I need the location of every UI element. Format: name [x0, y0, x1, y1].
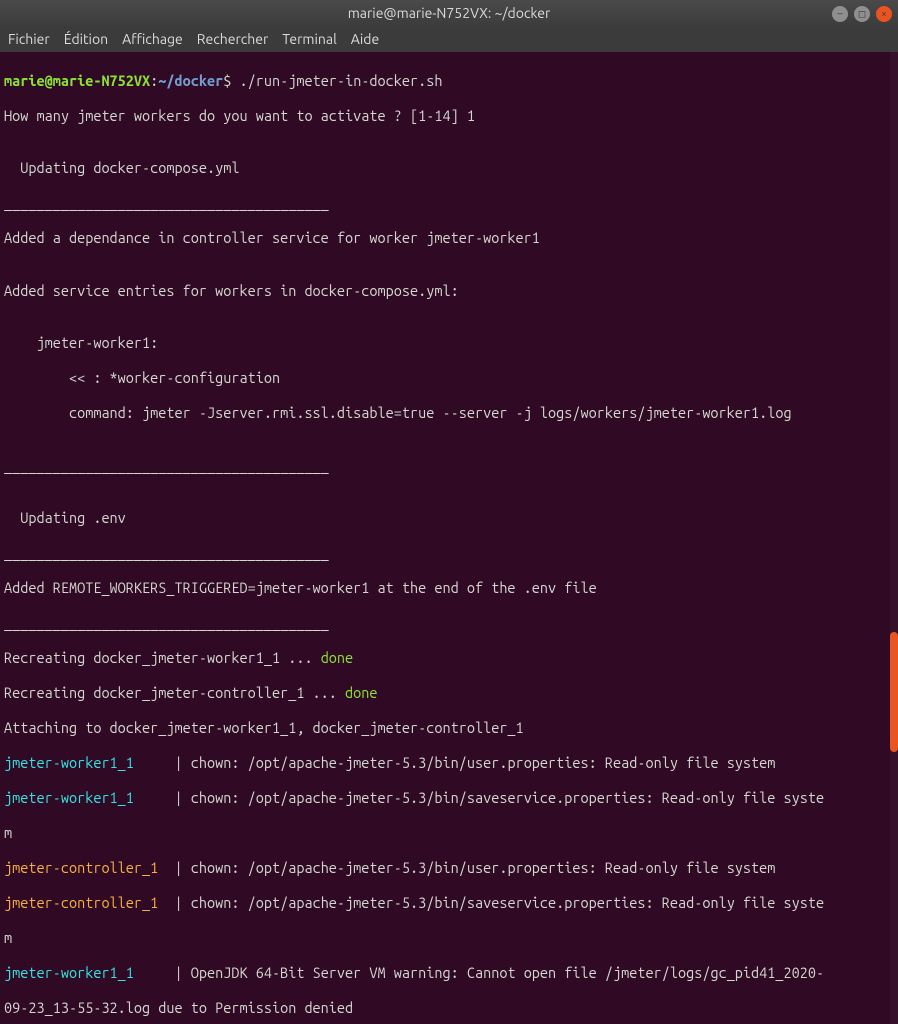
- log-label-worker: jmeter-worker1_1: [4, 754, 175, 771]
- output-line: Added service entries for workers in doc…: [4, 282, 894, 300]
- log-line: jmeter-worker1_1 | OpenJDK 64-Bit Server…: [4, 964, 894, 982]
- log-line: jmeter-worker1_1 | chown: /opt/apache-jm…: [4, 789, 894, 807]
- output-line: How many jmeter workers do you want to a…: [4, 107, 894, 125]
- menu-search[interactable]: Rechercher: [197, 31, 268, 49]
- menu-edit[interactable]: Édition: [64, 31, 108, 49]
- log-label-controller: jmeter-controller_1: [4, 859, 175, 876]
- window-title: marie@marie-N752VX: ~/docker: [348, 5, 551, 23]
- log-label-worker: jmeter-worker1_1: [4, 964, 175, 981]
- status-done: done: [321, 649, 353, 666]
- output-line: ________________________________________: [4, 544, 894, 562]
- output-line: Updating docker-compose.yml: [4, 159, 894, 177]
- window-controls: – ◻ ×: [832, 6, 892, 22]
- prompt-path: ~/docker: [158, 72, 223, 89]
- close-button[interactable]: ×: [876, 6, 892, 22]
- prompt-line: marie@marie-N752VX:~/docker$ ./run-jmete…: [4, 72, 894, 90]
- output-line: << : *worker-configuration: [4, 369, 894, 387]
- menubar: Fichier Édition Affichage Rechercher Ter…: [0, 28, 898, 52]
- titlebar[interactable]: marie@marie-N752VX: ~/docker – ◻ ×: [0, 0, 898, 28]
- scroll-thumb[interactable]: [890, 632, 898, 752]
- output-line: ________________________________________: [4, 194, 894, 212]
- output-line: ________________________________________: [4, 614, 894, 632]
- menu-help[interactable]: Aide: [351, 31, 379, 49]
- status-done: done: [345, 684, 377, 701]
- log-line: 09-23_13-55-32.log due to Permission den…: [4, 999, 894, 1017]
- output-line: Recreating docker_jmeter-controller_1 ..…: [4, 684, 894, 702]
- log-line: jmeter-controller_1 | chown: /opt/apache…: [4, 894, 894, 912]
- log-line: m: [4, 929, 894, 947]
- menu-terminal[interactable]: Terminal: [282, 31, 337, 49]
- output-line: jmeter-worker1:: [4, 334, 894, 352]
- prompt-userhost: marie@marie-N752VX: [4, 72, 150, 89]
- menu-file[interactable]: Fichier: [8, 31, 50, 49]
- scrollbar[interactable]: [890, 52, 898, 1024]
- prompt-command: ./run-jmeter-in-docker.sh: [240, 72, 443, 89]
- terminal-viewport[interactable]: marie@marie-N752VX:~/docker$ ./run-jmete…: [0, 52, 898, 1024]
- menu-view[interactable]: Affichage: [122, 31, 183, 49]
- output-line: command: jmeter -Jserver.rmi.ssl.disable…: [4, 404, 894, 422]
- minimize-button[interactable]: –: [832, 6, 848, 22]
- log-label-controller: jmeter-controller_1: [4, 894, 175, 911]
- output-line: Added a dependance in controller service…: [4, 229, 894, 247]
- output-line: Added REMOTE_WORKERS_TRIGGERED=jmeter-wo…: [4, 579, 894, 597]
- log-label-worker: jmeter-worker1_1: [4, 789, 175, 806]
- output-line: Recreating docker_jmeter-worker1_1 ... d…: [4, 649, 894, 667]
- output-line: Updating .env: [4, 509, 894, 527]
- output-line: Attaching to docker_jmeter-worker1_1, do…: [4, 719, 894, 737]
- log-line: jmeter-controller_1 | chown: /opt/apache…: [4, 859, 894, 877]
- maximize-button[interactable]: ◻: [854, 6, 870, 22]
- log-line: m: [4, 824, 894, 842]
- output-line: ________________________________________: [4, 457, 894, 475]
- log-line: jmeter-worker1_1 | chown: /opt/apache-jm…: [4, 754, 894, 772]
